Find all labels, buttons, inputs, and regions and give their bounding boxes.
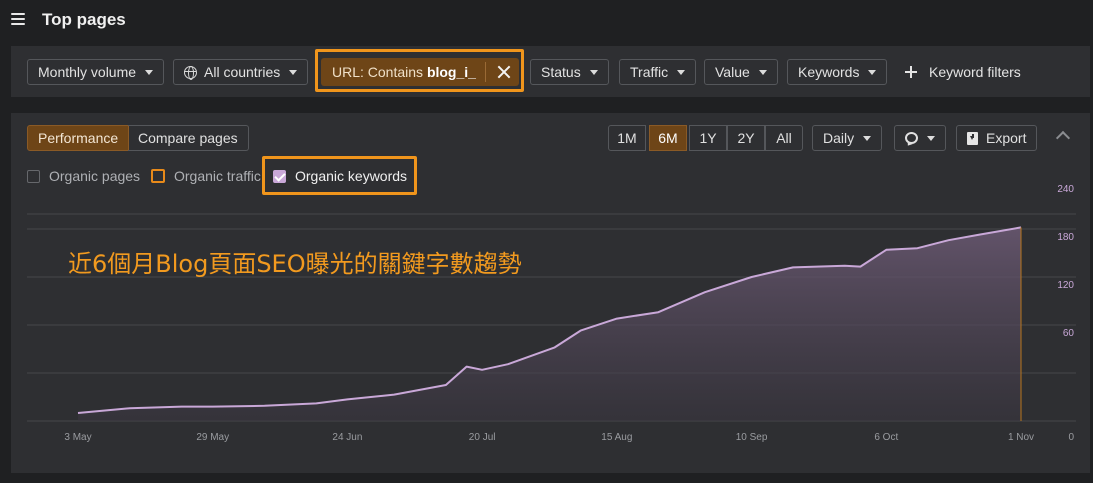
x-tick-label: 24 Jun: [332, 432, 362, 443]
status-dropdown[interactable]: Status: [530, 59, 609, 85]
x-tick-label: 20 Jul: [469, 432, 496, 443]
top-bar: Top pages: [0, 0, 1093, 40]
x-tick-label: 10 Sep: [736, 432, 768, 443]
close-icon[interactable]: [497, 65, 511, 79]
divider: [485, 62, 486, 82]
value-dropdown[interactable]: Value: [704, 59, 778, 85]
monthly-volume-dropdown[interactable]: Monthly volume: [27, 59, 165, 85]
chevron-down-icon: [677, 69, 686, 75]
url-filter-prefix: URL: Contains: [332, 64, 427, 80]
plus-icon: [905, 66, 917, 79]
url-filter-chip[interactable]: URL: Contains blog_i_: [321, 58, 519, 86]
x-tick-label: 3 May: [64, 432, 91, 443]
monthly-volume-label: Monthly volume: [38, 64, 137, 80]
x-tick-label: 15 Aug: [601, 432, 632, 443]
filter-bar: Monthly volume All countries URL: Contai…: [11, 46, 1090, 97]
page-title: Top pages: [42, 10, 126, 29]
globe-icon: [184, 65, 197, 80]
chevron-down-icon: [145, 69, 154, 75]
url-filter-value: blog_i_: [426, 64, 476, 80]
y-tick-label: 180: [1057, 232, 1074, 243]
traffic-dropdown[interactable]: Traffic: [619, 59, 697, 85]
chevron-down-icon: [589, 69, 598, 75]
keywords-chart: 3 May 29 May 24 Jun 20 Jul 15 Aug 10 Sep 6 Oct…: [27, 184, 1076, 443]
y-tick-label: 60: [1063, 328, 1075, 339]
x-tick-label: 29 May: [196, 432, 229, 443]
chevron-down-icon: [868, 69, 877, 75]
chart-annotation: 近6個月Blog頁面SEO曝光的關鍵字數趨勢: [68, 250, 522, 278]
keywords-dropdown[interactable]: Keywords: [787, 59, 888, 85]
chevron-down-icon: [758, 69, 767, 75]
countries-label: All countries: [204, 64, 281, 80]
y-tick-label: 0: [1068, 432, 1074, 443]
keywords-label: Keywords: [798, 64, 860, 80]
traffic-label: Traffic: [630, 64, 669, 80]
keyword-filters-label: Keyword filters: [929, 64, 1021, 80]
y-tick-label: 240: [1057, 184, 1074, 195]
x-tick-label: 1 Nov: [1008, 432, 1034, 443]
countries-dropdown[interactable]: All countries: [173, 59, 309, 85]
y-tick-label: 120: [1057, 280, 1074, 291]
keyword-filters-button[interactable]: Keyword filters: [905, 59, 1021, 85]
menu-icon[interactable]: [11, 13, 25, 25]
performance-panel: Performance Compare pages 1M 6M 1Y 2Y Al…: [11, 113, 1090, 473]
chevron-down-icon: [289, 69, 298, 75]
value-label: Value: [715, 64, 750, 80]
status-label: Status: [541, 64, 581, 80]
x-tick-label: 6 Oct: [874, 432, 898, 443]
